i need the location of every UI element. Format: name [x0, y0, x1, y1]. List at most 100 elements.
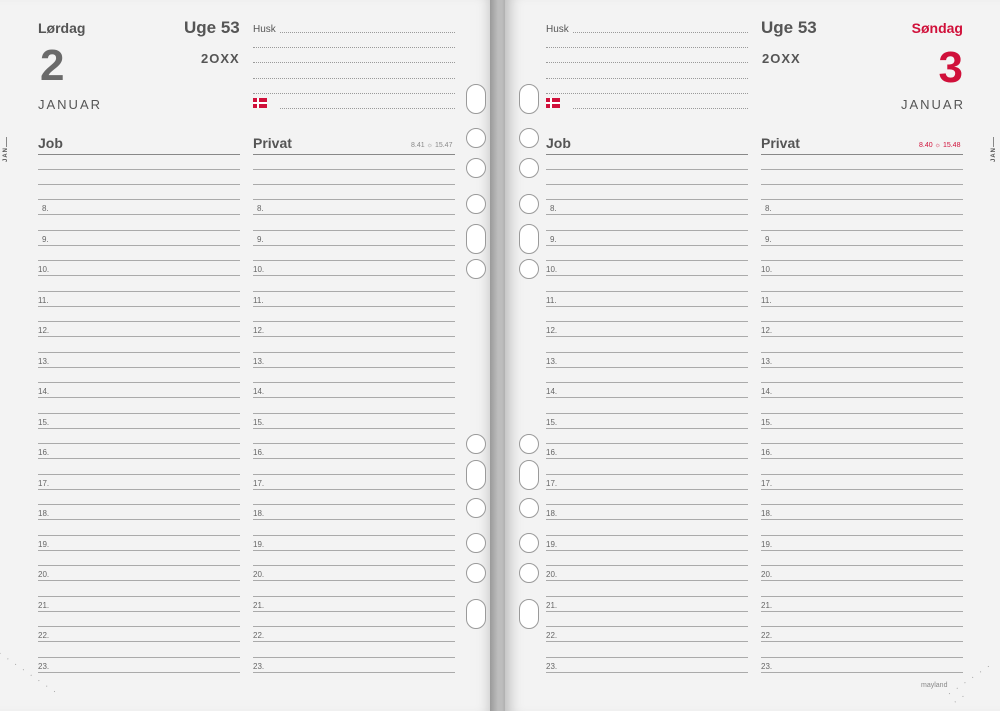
left-week: Uge 53: [184, 18, 240, 37]
writing-line: [546, 169, 748, 170]
hour-line: [761, 534, 963, 536]
hour-line: [38, 626, 240, 627]
hour-label: 23.: [761, 661, 773, 671]
half-hour-line: [761, 397, 963, 398]
husk-line: [280, 32, 455, 33]
hour-line: [761, 473, 963, 475]
hour-line: [38, 443, 240, 444]
writing-line: [761, 184, 963, 185]
half-hour-line: [546, 427, 748, 429]
binder-hole-icon: [519, 224, 539, 254]
hour-label: 14.: [546, 387, 558, 396]
half-hour-line: [761, 366, 963, 368]
half-hour-line: [38, 458, 240, 459]
half-hour-line: [761, 305, 963, 307]
hour-label: 16.: [38, 448, 50, 457]
half-hour-line: [546, 275, 748, 276]
hour-label: 15.: [253, 417, 265, 427]
hour-line: [38, 382, 240, 383]
hour-line: [546, 656, 748, 658]
right-month-tab[interactable]: JAN: [991, 147, 997, 162]
hour-line: [253, 656, 455, 658]
right-husk-label: Husk: [546, 24, 569, 35]
half-hour-line: [253, 214, 455, 215]
hour-line: [253, 565, 455, 566]
hour-label: 10.: [253, 265, 265, 274]
hour-label: 12.: [761, 326, 773, 335]
hour-line: [546, 351, 748, 353]
half-hour-line: [761, 214, 963, 215]
hour-line: [761, 351, 963, 353]
hour-line: [38, 321, 240, 322]
half-hour-line: [253, 610, 455, 612]
hour-label: 22.: [761, 631, 773, 640]
left-month-tab[interactable]: JAN: [3, 147, 9, 162]
hour-label: 21.: [253, 600, 265, 610]
binder-hole-icon: [519, 434, 539, 454]
hour-line: [38, 260, 240, 261]
right-day-number: 3: [938, 43, 963, 92]
binder-hole-icon: [466, 84, 486, 114]
hour-label: 11.: [253, 295, 264, 305]
half-hour-line: [253, 397, 455, 398]
hour-line: [761, 412, 963, 414]
half-hour-line: [546, 488, 748, 490]
husk-line: [253, 93, 455, 94]
hour-label: 8.: [42, 204, 49, 213]
hour-label: 18.: [253, 509, 265, 518]
binder-hole-icon: [519, 128, 539, 148]
hour-line: [761, 443, 963, 444]
month-tab-marker: [6, 137, 7, 147]
sunrise-time: 8.40: [919, 142, 933, 149]
hour-label: 20.: [546, 570, 558, 579]
hour-label: 8.: [257, 204, 264, 213]
right-weekday: Søndag: [911, 20, 963, 36]
half-hour-line: [253, 458, 455, 459]
hour-line: [253, 382, 455, 383]
hour-label: 21.: [761, 600, 773, 610]
half-hour-line: [38, 519, 240, 520]
hour-label: 9.: [42, 234, 49, 244]
hour-line: [253, 199, 455, 200]
hour-line: [38, 290, 240, 292]
hour-line: [546, 382, 748, 383]
half-hour-line: [761, 244, 963, 246]
binder-hole-icon: [519, 533, 539, 553]
hour-label: 16.: [253, 448, 265, 457]
hour-label: 11.: [546, 295, 557, 305]
half-hour-line: [761, 458, 963, 459]
half-hour-line: [253, 366, 455, 368]
hour-line: [546, 260, 748, 261]
brand-logo: mayland: [921, 682, 948, 689]
half-hour-line: [38, 244, 240, 246]
danish-flag-icon: [546, 98, 560, 108]
half-hour-line: [38, 214, 240, 215]
hour-label: 9.: [257, 234, 264, 244]
hour-line: [253, 412, 455, 414]
hour-label: 13.: [253, 356, 265, 366]
left-sun-times: 8.41 ☼ 15.47: [411, 142, 452, 149]
hour-label: 14.: [761, 387, 773, 396]
half-hour-line: [38, 305, 240, 307]
hour-line: [253, 351, 455, 353]
left-privat-heading: Privat: [253, 135, 292, 151]
hour-label: 9.: [765, 234, 772, 244]
binder-hole-icon: [519, 599, 539, 629]
right-job-heading: Job: [546, 135, 571, 151]
binder-hole-icon: [466, 533, 486, 553]
half-hour-line: [761, 427, 963, 429]
right-page: Husk Uge 53 2OXX Søndag 3 JANUAR Job Pri…: [505, 0, 1000, 711]
half-hour-line: [761, 275, 963, 276]
column-header-rule: [546, 154, 748, 155]
husk-line: [573, 108, 748, 109]
hour-line: [546, 473, 748, 475]
half-hour-line: [761, 671, 963, 673]
half-hour-line: [546, 458, 748, 459]
hour-label: 19.: [38, 539, 50, 549]
sunset-time: 15.48: [942, 142, 961, 149]
hour-line: [761, 290, 963, 292]
half-hour-line: [253, 671, 455, 673]
hour-label: 8.: [550, 204, 557, 213]
hour-line: [546, 199, 748, 200]
hour-line: [761, 656, 963, 658]
